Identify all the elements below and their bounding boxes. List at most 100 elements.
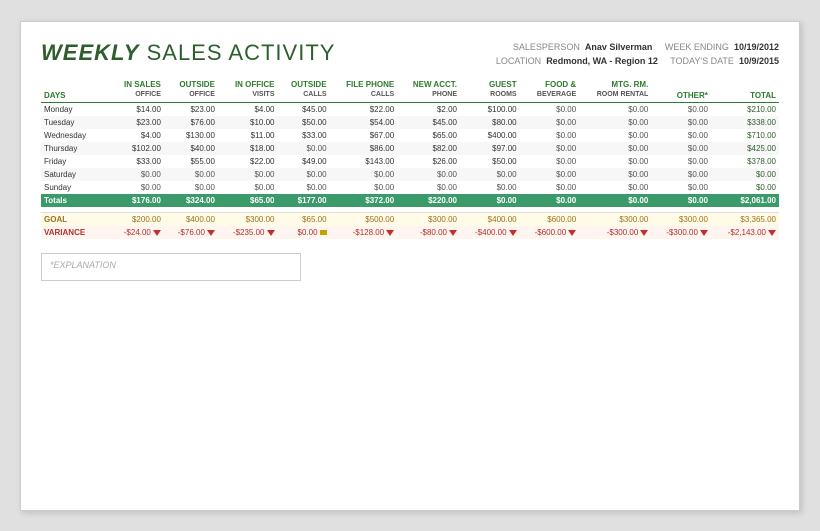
cell-food_bev: $0.00 [520, 181, 580, 194]
totals-in_sales: $176.00 [110, 194, 164, 207]
table-row: Monday$14.00$23.00$4.00$45.00$22.00$2.00… [41, 102, 779, 116]
cell-guest_rooms: $100.00 [460, 102, 520, 116]
col-days: DAYS [41, 78, 110, 102]
cell-new_acct: $2.00 [397, 102, 460, 116]
goal-in_sales: $200.00 [110, 213, 164, 227]
variance-in_office: -$235.00 [218, 226, 278, 239]
week-ending-label: WEEK ENDING [665, 42, 729, 52]
cell-in_office: $10.00 [218, 116, 278, 129]
explanation-box[interactable]: *EXPLANATION [41, 253, 301, 281]
cell-in_office: $0.00 [218, 181, 278, 194]
totals-room_rental: $0.00 [579, 194, 651, 207]
cell-room_rental: $0.00 [579, 129, 651, 142]
cell-guest_rooms: $80.00 [460, 116, 520, 129]
todays-date-label: TODAY'S DATE [670, 56, 734, 66]
cell-new_acct: $65.00 [397, 129, 460, 142]
goal-outside: $400.00 [164, 213, 218, 227]
cell-new_acct: $0.00 [397, 181, 460, 194]
cell-outside_calls: $0.00 [278, 168, 330, 181]
cell-file_phone: $22.00 [330, 102, 398, 116]
cell-total: $338.00 [711, 116, 779, 129]
location-value: Redmond, WA - Region 12 [546, 56, 658, 66]
cell-outside: $40.00 [164, 142, 218, 155]
col-other: OTHER* [651, 78, 711, 102]
variance-label: VARIANCE [41, 226, 110, 239]
cell-other: $0.00 [651, 116, 711, 129]
cell-in_office: $22.00 [218, 155, 278, 168]
col-total: TOTAL [711, 78, 779, 102]
cell-file_phone: $54.00 [330, 116, 398, 129]
cell-day: Monday [41, 102, 110, 116]
meta-info: SALESPERSON Anav Silverman WEEK ENDING 1… [496, 40, 779, 69]
cell-room_rental: $0.00 [579, 181, 651, 194]
col-file-phone: FILE PHONECALLS [330, 78, 398, 102]
totals-row: Totals$176.00$324.00$65.00$177.00$372.00… [41, 194, 779, 207]
cell-file_phone: $0.00 [330, 168, 398, 181]
salesperson-value: Anav Silverman [585, 42, 653, 52]
header-row: WEEKLY SALES ACTIVITY SALESPERSON Anav S… [41, 40, 779, 69]
cell-in_sales: $33.00 [110, 155, 164, 168]
title-bold: WEEKLY [41, 40, 139, 65]
cell-outside: $0.00 [164, 181, 218, 194]
cell-outside: $23.00 [164, 102, 218, 116]
cell-outside: $130.00 [164, 129, 218, 142]
cell-new_acct: $82.00 [397, 142, 460, 155]
col-outside-office: OUTSIDEOFFICE [164, 78, 218, 102]
activity-table: DAYS IN SALESOFFICE OUTSIDEOFFICE IN OFF… [41, 78, 779, 239]
variance-food_bev: -$600.00 [520, 226, 580, 239]
goal-outside_calls: $65.00 [278, 213, 330, 227]
goal-in_office: $300.00 [218, 213, 278, 227]
variance-in_sales: -$24.00 [110, 226, 164, 239]
cell-other: $0.00 [651, 181, 711, 194]
cell-in_office: $18.00 [218, 142, 278, 155]
totals-guest_rooms: $0.00 [460, 194, 520, 207]
cell-room_rental: $0.00 [579, 168, 651, 181]
cell-total: $710.00 [711, 129, 779, 142]
cell-day: Wednesday [41, 129, 110, 142]
cell-file_phone: $0.00 [330, 181, 398, 194]
variance-row: VARIANCE-$24.00-$76.00-$235.00$0.00-$128… [41, 226, 779, 239]
goal-file_phone: $500.00 [330, 213, 398, 227]
totals-new_acct: $220.00 [397, 194, 460, 207]
spreadsheet-container: WEEKLY SALES ACTIVITY SALESPERSON Anav S… [20, 21, 800, 511]
cell-in_office: $0.00 [218, 168, 278, 181]
title-rest: SALES ACTIVITY [139, 40, 335, 65]
cell-outside: $76.00 [164, 116, 218, 129]
cell-total: $0.00 [711, 168, 779, 181]
cell-outside: $55.00 [164, 155, 218, 168]
cell-day: Saturday [41, 168, 110, 181]
cell-guest_rooms: $0.00 [460, 168, 520, 181]
cell-outside_calls: $49.00 [278, 155, 330, 168]
goal-room_rental: $300.00 [579, 213, 651, 227]
variance-file_phone: -$128.00 [330, 226, 398, 239]
week-ending-value: 10/19/2012 [734, 42, 779, 52]
cell-food_bev: $0.00 [520, 116, 580, 129]
cell-food_bev: $0.00 [520, 142, 580, 155]
totals-food_bev: $0.00 [520, 194, 580, 207]
goal-total: $3,365.00 [711, 213, 779, 227]
goal-guest_rooms: $400.00 [460, 213, 520, 227]
cell-room_rental: $0.00 [579, 142, 651, 155]
goal-food_bev: $600.00 [520, 213, 580, 227]
cell-total: $0.00 [711, 181, 779, 194]
cell-new_acct: $45.00 [397, 116, 460, 129]
cell-room_rental: $0.00 [579, 102, 651, 116]
cell-in_sales: $0.00 [110, 168, 164, 181]
goal-new_acct: $300.00 [397, 213, 460, 227]
cell-day: Friday [41, 155, 110, 168]
cell-other: $0.00 [651, 142, 711, 155]
cell-other: $0.00 [651, 168, 711, 181]
cell-new_acct: $0.00 [397, 168, 460, 181]
cell-day: Thursday [41, 142, 110, 155]
cell-file_phone: $67.00 [330, 129, 398, 142]
cell-in_sales: $14.00 [110, 102, 164, 116]
cell-in_office: $4.00 [218, 102, 278, 116]
cell-outside: $0.00 [164, 168, 218, 181]
cell-other: $0.00 [651, 129, 711, 142]
cell-food_bev: $0.00 [520, 129, 580, 142]
variance-guest_rooms: -$400.00 [460, 226, 520, 239]
col-food-bev: FOOD &BEVERAGE [520, 78, 580, 102]
cell-food_bev: $0.00 [520, 102, 580, 116]
cell-day: Tuesday [41, 116, 110, 129]
table-row: Saturday$0.00$0.00$0.00$0.00$0.00$0.00$0… [41, 168, 779, 181]
